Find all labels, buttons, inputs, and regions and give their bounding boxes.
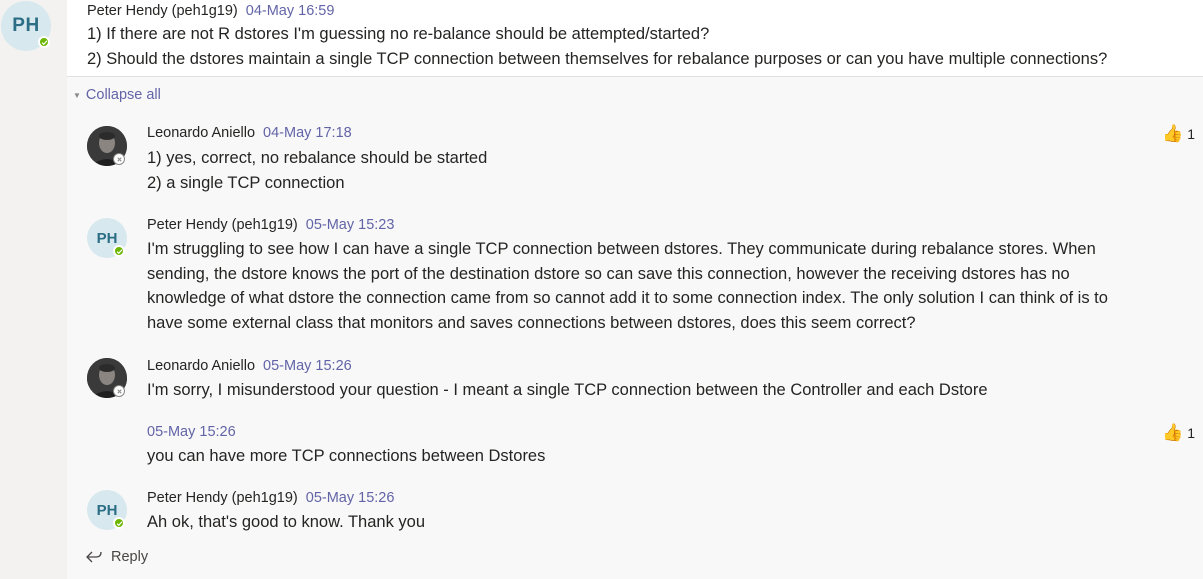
presence-offline-icon (113, 153, 125, 165)
collapse-all-label: Collapse all (85, 87, 161, 103)
thumbs-up-icon: 👍 (1162, 124, 1184, 143)
presence-available-icon (113, 245, 125, 257)
presence-available-icon (113, 517, 125, 529)
reaction-like[interactable]: 👍 1 (1162, 424, 1195, 441)
presence-available-icon (38, 36, 50, 48)
avatar-initials: PH (12, 15, 40, 36)
avatar-initials: PH (96, 229, 118, 247)
reply-label: Reply (111, 549, 149, 565)
message-author: Leonardo Aniello (147, 125, 256, 141)
message-line: knowledge of what dstore the connection … (147, 289, 1108, 307)
presence-offline-icon (113, 385, 125, 397)
chat-thread: PH Peter Hendy (peh1g19) 04-May 16:59 1) … (0, 0, 1203, 579)
caret-down-icon: ▼ (73, 90, 81, 100)
reaction-count: 1 (1187, 125, 1195, 142)
message-line: have some external class that monitors a… (147, 313, 916, 332)
message-timestamp: 05-May 15:26 (147, 424, 236, 440)
message-line: you can have more TCP connections betwee… (147, 447, 546, 465)
message-timestamp: 05-May 15:26 (263, 358, 352, 374)
collapse-all-button[interactable]: ▼ Collapse all (73, 87, 161, 103)
message-line: 2) Should the dstores maintain a single … (87, 49, 1108, 68)
message-author: Peter Hendy (peh1g19) (147, 217, 298, 233)
message-line: I'm sorry, I misunderstood your question… (147, 381, 988, 399)
message-author: Leonardo Aniello (147, 358, 256, 374)
message-timestamp: 05-May 15:26 (305, 490, 395, 506)
replies-section: ▼ Collapse all Leonardo Aniello 04-May 17… (67, 77, 1203, 579)
message-author: Peter Hendy (peh1g19) (147, 490, 298, 506)
reaction-like[interactable]: 👍 1 (1162, 125, 1195, 142)
message-line: Ah ok, that's good to know. Thank you (147, 513, 426, 531)
avatar-initials: PH (96, 501, 118, 519)
message-line: 1) yes, correct, no rebalance should be … (147, 149, 488, 167)
reaction-count: 1 (1187, 424, 1195, 441)
message-author: Peter Hendy (peh1g19) (87, 3, 238, 19)
thumbs-up-icon: 👍 (1162, 423, 1184, 442)
message-line: 2) a single TCP connection (147, 173, 345, 192)
root-message[interactable]: Peter Hendy (peh1g19) 04-May 16:59 1) If … (67, 0, 1203, 77)
reply-arrow-icon (86, 551, 102, 563)
message-line: I'm struggling to see how I can have a s… (147, 240, 1096, 258)
message-timestamp: 04-May 17:18 (263, 125, 352, 141)
reply-button[interactable]: Reply (85, 549, 148, 565)
message-timestamp: 05-May 15:23 (305, 217, 395, 233)
message-line: 1) If there are not R dstores I'm guessi… (87, 25, 710, 43)
message-line: sending, the dstore knows the port of th… (147, 264, 1070, 283)
message-timestamp: 04-May 16:59 (245, 3, 335, 19)
